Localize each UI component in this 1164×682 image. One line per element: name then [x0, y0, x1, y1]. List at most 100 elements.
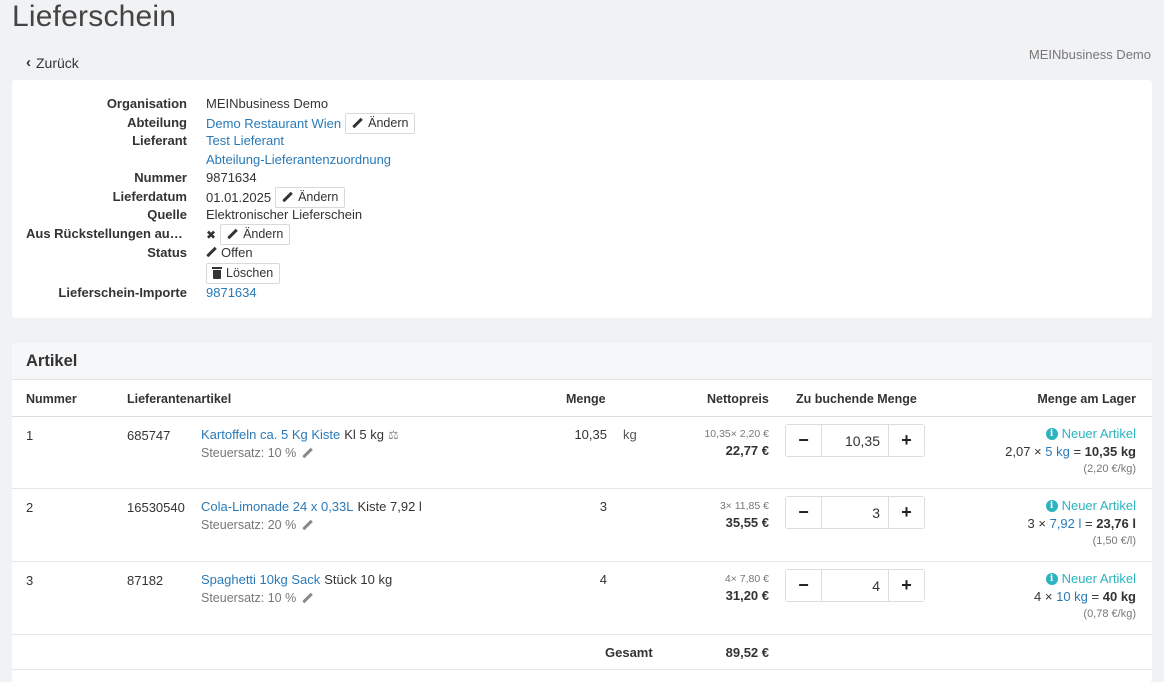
pencil-icon[interactable] — [206, 247, 217, 258]
pencil-icon[interactable] — [302, 593, 313, 604]
article-link[interactable]: Kartoffeln ca. 5 Kg Kiste — [201, 427, 340, 442]
lager-total: 23,76 l — [1096, 516, 1136, 531]
lager-unit-link[interactable]: 10 kg — [1056, 589, 1088, 604]
organisation-name-header: MEINbusiness Demo — [1028, 47, 1151, 62]
info-circle-icon: i — [1045, 572, 1058, 585]
pencil-icon — [227, 229, 238, 240]
row-lager: i Neuer Artikel 2,07 × 5 kg = 10,35 kg (… — [1005, 426, 1136, 475]
scale-icon: ⚖ — [387, 427, 399, 442]
back-label: Zurück — [36, 54, 79, 71]
chevron-left-icon: ‹ — [26, 54, 31, 71]
row-unit: kg — [623, 427, 637, 442]
tax-rate: Steuersatz: 10 % — [201, 591, 297, 605]
importe-link[interactable]: 9871634 — [206, 283, 257, 302]
quelle-label: Quelle — [147, 207, 187, 222]
pencil-icon — [282, 192, 293, 203]
abteilung-label: Abteilung — [127, 115, 187, 130]
tax-rate: Steuersatz: 10 % — [201, 446, 297, 460]
article-link[interactable]: Cola-Limonade 24 x 0,33L — [201, 499, 354, 514]
row-lager: i Neuer Artikel 3 × 7,92 l = 23,76 l (1,… — [1028, 498, 1136, 547]
rueckstellungen-change-label: Ändern — [243, 227, 284, 241]
row-code: 685747 — [127, 428, 171, 443]
row-price: 4× 7,80 € 31,20 € — [652, 573, 769, 603]
importe-label: Lieferschein-Importe — [58, 285, 187, 300]
rueckstellungen-label: Aus Rückstellungen ausnehmen — [26, 226, 187, 241]
sum-value: 89,52 € — [725, 645, 769, 660]
plus-button[interactable]: + — [888, 570, 924, 601]
lager-qty: 3 — [1027, 516, 1035, 531]
price-total: 35,55 € — [725, 515, 769, 530]
minus-button[interactable]: − — [786, 497, 822, 528]
row-article: Cola-Limonade 24 x 0,33L Kiste 7,92 l St… — [201, 499, 422, 532]
article-link[interactable]: Spaghetti 10kg Sack — [201, 572, 320, 587]
artikel-card: Artikel Nummer Lieferantenartikel Menge … — [12, 343, 1152, 682]
price-total: 31,20 € — [725, 588, 769, 603]
new-article-label: Neuer Artikel — [1061, 498, 1136, 513]
tax-rate: Steuersatz: 20 % — [201, 518, 297, 532]
info-row-delete: Löschen — [12, 263, 1152, 284]
rueckstellungen-change-button[interactable]: Ändern — [220, 224, 291, 245]
new-article-link[interactable]: i Neuer Artikel — [1005, 426, 1136, 441]
quelle-value: Elektronischer Lieferschein — [206, 207, 363, 222]
lager-unit-link[interactable]: 7,92 l — [1050, 516, 1082, 531]
row-code: 16530540 — [127, 500, 185, 515]
price-calc: 4× 7,80 € — [724, 573, 769, 585]
quantity-input[interactable] — [822, 497, 888, 528]
plus-icon: + — [901, 430, 912, 450]
new-article-label: Neuer Artikel — [1061, 426, 1136, 441]
minus-button[interactable]: − — [786, 425, 822, 456]
lager-qty: 2,07 — [1005, 444, 1031, 459]
status-value: Offen — [221, 245, 253, 260]
page-title: Lieferschein — [12, 0, 177, 33]
lieferschein-info-card: Organisation MEINbusiness Demo Abteilung… — [12, 80, 1152, 318]
info-row-rueckstellungen: Aus Rückstellungen ausnehmen ✖ Ändern — [12, 224, 1152, 245]
info-row-abteilung: Abteilung Demo Restaurant Wien Ändern — [12, 113, 1152, 134]
article-pack: Kiste 7,92 l — [357, 499, 422, 514]
new-article-label: Neuer Artikel — [1061, 571, 1136, 586]
minus-button[interactable]: − — [786, 570, 822, 601]
new-article-link[interactable]: i Neuer Artikel — [1034, 571, 1136, 586]
price-total: 22,77 € — [725, 443, 769, 458]
price-calc: 10,35× 2,20 € — [704, 428, 769, 440]
plus-button[interactable]: + — [888, 425, 924, 456]
row-article: Spaghetti 10kg Sack Stück 10 kg Steuersa… — [201, 572, 392, 605]
table-header: Nummer Lieferantenartikel Menge Nettopre… — [12, 380, 1152, 417]
lager-unit-link[interactable]: 5 kg — [1045, 444, 1070, 459]
plus-button[interactable]: + — [888, 497, 924, 528]
lager-unit-price: (2,20 €/kg) — [1083, 463, 1136, 475]
lieferant-zuordnung-link[interactable]: Abteilung-Lieferantenzuordnung — [206, 150, 391, 169]
back-link[interactable]: ‹ Zurück — [26, 54, 79, 71]
delete-button[interactable]: Löschen — [206, 263, 281, 284]
lager-unit-price: (0,78 €/kg) — [1083, 608, 1136, 620]
lieferant-label: Lieferant — [132, 133, 187, 148]
close-icon: ✖ — [206, 227, 217, 242]
row-menge: 10,35 — [574, 427, 607, 442]
lager-unit-price: (1,50 €/l) — [1092, 535, 1136, 547]
info-row-lieferant: Lieferant Test Lieferant — [12, 131, 1152, 150]
info-row-importe: Lieferschein-Importe 9871634 — [12, 283, 1152, 302]
pencil-icon[interactable] — [302, 448, 313, 459]
info-row-organisation: Organisation MEINbusiness Demo — [12, 94, 1152, 113]
row-menge: 3 — [599, 499, 607, 514]
new-article-link[interactable]: i Neuer Artikel — [1028, 498, 1136, 513]
lieferant-link[interactable]: Test Lieferant — [206, 131, 284, 150]
info-row-quelle: Quelle Elektronischer Lieferschein — [12, 205, 1152, 224]
table-row: 1 685747 Kartoffeln ca. 5 Kg Kiste Kl 5 … — [12, 417, 1152, 489]
quantity-stepper: − + — [785, 496, 925, 529]
artikel-title: Artikel — [26, 352, 78, 370]
info-circle-icon: i — [1045, 427, 1058, 440]
quantity-input[interactable] — [822, 570, 888, 601]
lager-calculation: 4 × 10 kg = 40 kg — [1034, 589, 1136, 604]
row-code: 87182 — [127, 573, 164, 588]
nummer-value: 9871634 — [206, 170, 257, 185]
quantity-input[interactable] — [822, 425, 888, 456]
pencil-icon — [352, 118, 363, 129]
pencil-icon[interactable] — [302, 520, 313, 531]
sum-row: Gesamt 89,52 € — [12, 635, 1152, 670]
minus-icon: − — [798, 575, 809, 595]
row-menge: 4 — [599, 572, 607, 587]
quantity-stepper: − + — [785, 569, 925, 602]
lieferdatum-label: Lieferdatum — [112, 189, 187, 204]
lager-qty: 4 — [1034, 589, 1042, 604]
column-nettopreis: Nettopreis — [707, 392, 769, 406]
